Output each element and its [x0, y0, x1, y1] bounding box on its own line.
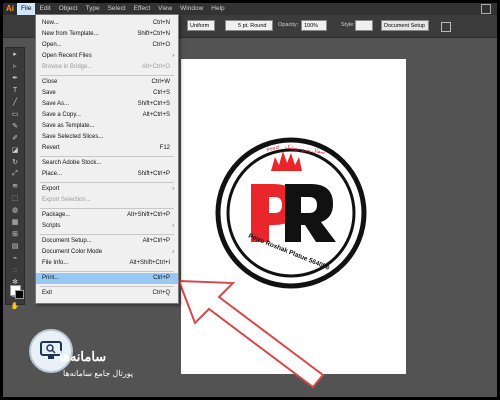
menu-item-revert[interactable]: Revert F12	[36, 143, 178, 154]
menu-window[interactable]: Window	[176, 3, 207, 15]
menu-item-close[interactable]: Close Ctrl+W	[36, 77, 178, 88]
document-setup-button[interactable]: Document Setup	[381, 20, 429, 31]
menu-item-save-slices[interactable]: Save Selected Slices...	[36, 132, 178, 143]
annotation-arrow	[177, 279, 325, 389]
menu-item-document-setup[interactable]: Document Setup... Alt+Ctrl+P	[36, 236, 178, 247]
style-label: Style:	[341, 22, 355, 28]
letter-r-shape	[285, 184, 336, 242]
menu-item-open[interactable]: Open... Ctrl+O	[36, 40, 178, 51]
menu-item-open-recent[interactable]: Open Recent Files ›	[36, 51, 178, 62]
blend-tool-icon[interactable]: ◌	[6, 264, 24, 276]
menu-item-file-info[interactable]: File Info... Alt+Shift+Ctrl+I	[36, 258, 178, 269]
menu-help[interactable]: Help	[207, 3, 228, 15]
menu-item-save-copy[interactable]: Save a Copy... Alt+Ctrl+S	[36, 110, 178, 121]
stroke-swatch[interactable]	[15, 290, 24, 299]
menu-separator	[40, 271, 174, 272]
file-menu: New... Ctrl+N New from Template... Shift+C…	[35, 14, 179, 304]
menu-separator	[40, 234, 174, 235]
menu-item-browse-bridge: Browse in Bridge... Alt+Ctrl+O	[42, 64, 170, 70]
line-tool-icon[interactable]: ╱	[6, 96, 24, 108]
menu-separator	[40, 286, 174, 287]
gradient-tool-icon[interactable]: ▤	[6, 240, 24, 252]
style-swatch[interactable]	[355, 20, 373, 31]
scale-tool-icon[interactable]: ⤢	[6, 168, 24, 180]
shape-builder-icon[interactable]: ◍	[6, 204, 24, 216]
pen-tool-icon[interactable]: ✒	[6, 72, 24, 84]
tools-panel: ▸ ▹ ✒ T ╱ ▭ ✎ ✐ ◪ ↻ ⤢ ≋ ⬚ ◍ ▦ ⊞ ▤ ⌁ ◌ ✻ …	[5, 47, 25, 310]
free-transform-icon[interactable]: ⬚	[6, 192, 24, 204]
menu-item-search-stock[interactable]: Search Adobe Stock...	[36, 158, 178, 169]
menu-item-save-as[interactable]: Save As... Shift+Ctrl+S	[36, 99, 178, 110]
shaper-tool-icon[interactable]: ✐	[6, 132, 24, 144]
eyedropper-icon[interactable]: ⌁	[6, 252, 24, 264]
uniform-select[interactable]: Uniform	[187, 20, 215, 31]
menu-item-export[interactable]: Export ›	[36, 184, 178, 195]
menu-item-package[interactable]: Package... Alt+Shift+Ctrl+P	[36, 210, 178, 221]
perspective-grid-icon[interactable]: ▦	[6, 216, 24, 228]
app-window: Ai File Edit Object Type Select Effect V…	[0, 0, 500, 400]
flame-icon	[271, 151, 302, 171]
menu-separator	[40, 156, 174, 157]
rotate-tool-icon[interactable]: ↻	[6, 156, 24, 168]
arrange-icon[interactable]	[441, 22, 451, 32]
hand-tool-icon[interactable]: ✋	[6, 300, 24, 312]
selection-tool-icon[interactable]: ▸	[6, 48, 24, 60]
width-tool-icon[interactable]: ≋	[6, 180, 24, 192]
workspace-icon[interactable]	[481, 4, 491, 14]
menu-file[interactable]: File	[17, 3, 36, 15]
chevron-right-icon: ›	[172, 186, 174, 192]
menu-item-print[interactable]: Print... Ctrl+P	[36, 273, 178, 284]
mesh-tool-icon[interactable]: ⊞	[6, 228, 24, 240]
type-tool-icon[interactable]: T	[6, 84, 24, 96]
opacity-input[interactable]: 100%	[301, 20, 327, 31]
opacity-label: Opacity:	[278, 22, 299, 28]
eraser-icon[interactable]: ◪	[6, 144, 24, 156]
brush-select[interactable]: 5 pt. Round	[225, 20, 273, 31]
menu-item-export-selection: Export Selection...	[42, 197, 91, 203]
menu-item-color-mode[interactable]: Document Color Mode ›	[36, 247, 178, 258]
menu-separator	[40, 75, 174, 76]
menu-item-place[interactable]: Place... Shift+Ctrl+P	[36, 169, 178, 180]
menu-item-scripts[interactable]: Scripts ›	[36, 221, 178, 232]
chevron-right-icon: ›	[172, 53, 174, 59]
menu-separator	[40, 208, 174, 209]
menu-item-new[interactable]: New... Ctrl+N	[36, 18, 178, 29]
chevron-right-icon: ›	[172, 249, 174, 255]
menu-item-new-from-template[interactable]: New from Template... Shift+Ctrl+N	[36, 29, 178, 40]
direct-selection-icon[interactable]: ▹	[6, 60, 24, 72]
rectangle-tool-icon[interactable]: ▭	[6, 108, 24, 120]
watermark-subtitle: پورتال جامع سامانه‌ها	[63, 369, 134, 378]
paintbrush-icon[interactable]: ✎	[6, 120, 24, 132]
menu-item-save-template[interactable]: Save as Template...	[36, 121, 178, 132]
chevron-right-icon: ›	[172, 223, 174, 229]
menu-separator	[40, 182, 174, 183]
watermark-title: سامانه‌ها	[59, 349, 107, 364]
menu-item-exit[interactable]: Exit Ctrl+Q	[36, 288, 178, 299]
app-logo: Ai	[3, 3, 17, 15]
menu-item-save[interactable]: Save Ctrl+S	[36, 88, 178, 99]
